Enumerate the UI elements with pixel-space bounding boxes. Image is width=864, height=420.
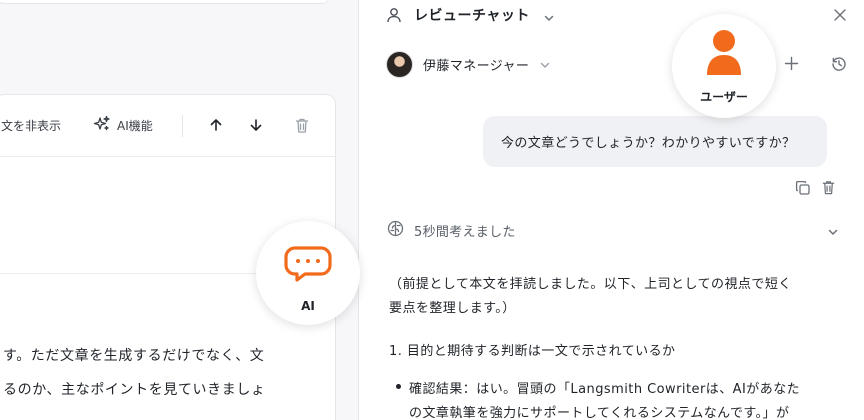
brain-icon [387, 220, 404, 241]
answer-line: 要点を整理します。） [389, 301, 516, 316]
document-card-top [0, 0, 330, 4]
hide-text-button[interactable]: 文を非表示 [1, 117, 61, 134]
block-divider [0, 273, 257, 274]
avatar [386, 51, 413, 78]
review-chat-panel: レビューチャット 伊藤マネージャー 今の文章どうでしょうか？わかりやすいですか？… [358, 0, 864, 420]
thinking-duration-label: 5秒間考えました [414, 225, 516, 240]
chevron-down-icon [539, 56, 551, 75]
ai-features-button[interactable]: AI機能 [93, 115, 153, 136]
arrow-up-icon [210, 119, 222, 131]
plus-icon [784, 56, 799, 71]
move-up-button[interactable] [206, 115, 226, 135]
sparkle-icon [93, 115, 111, 136]
user-icon [705, 29, 743, 81]
delete-block-button[interactable] [292, 115, 312, 135]
answer-line: の文章執筆を強力にサポートしてくれるシステムなんです。」が [409, 406, 790, 420]
toolbar-divider [182, 115, 183, 137]
history-icon [832, 57, 846, 71]
thinking-toggle[interactable]: 5秒間考えました [387, 220, 516, 241]
persona-selector[interactable]: 伊藤マネージャー [386, 51, 551, 78]
copy-button[interactable] [795, 180, 811, 200]
document-text-line: るのか、主なポイントを見ていきましょ [3, 382, 266, 398]
new-chat-button[interactable] [784, 56, 799, 75]
arrow-down-icon [250, 119, 262, 131]
persona-name: 伊藤マネージャー [423, 59, 530, 74]
panel-title[interactable]: レビューチャット [414, 5, 530, 25]
answer-line: （前提として本文を拝読しました。以下、上司としての視点で短く [389, 277, 792, 292]
close-icon[interactable] [833, 7, 847, 26]
history-button[interactable] [831, 56, 847, 76]
ai-features-label: AI機能 [117, 119, 153, 133]
copy-icon [795, 180, 810, 195]
user-callout-label: ユーザー [700, 90, 748, 104]
chevron-down-icon[interactable] [827, 223, 839, 242]
answer-line: 確認結果：はい。冒頭の「Langsmith Cowriterは、AIがあなた [409, 382, 801, 397]
bullet-icon [396, 384, 401, 389]
person-icon [386, 7, 402, 27]
user-message-bubble: 今の文章どうでしょうか？わかりやすいですか？ [483, 116, 827, 167]
editor-toolbar: 文を非表示 AI機能 [0, 95, 335, 157]
delete-message-button[interactable] [821, 179, 836, 200]
move-down-button[interactable] [246, 115, 266, 135]
trash-icon [822, 181, 835, 195]
trash-icon [295, 118, 309, 133]
chevron-down-icon[interactable] [543, 9, 555, 28]
ai-callout: AI [256, 221, 360, 325]
chat-bubble-icon [283, 245, 333, 287]
answer-heading: 1. 目的と期待する判断は一文で示されているか [389, 344, 676, 359]
user-callout: ユーザー [672, 14, 776, 118]
document-text-line: す。ただ文章を生成するだけでなく、文 [3, 348, 265, 364]
ai-callout-label: AI [301, 299, 315, 313]
